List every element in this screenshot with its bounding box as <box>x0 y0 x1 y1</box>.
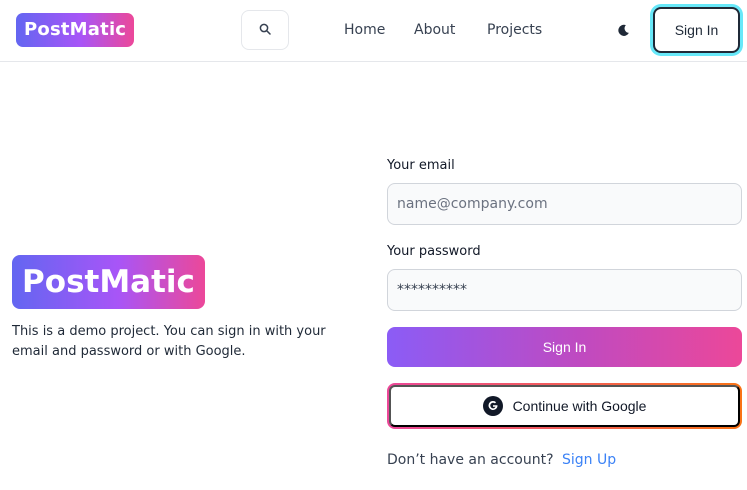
password-field[interactable] <box>387 269 742 311</box>
google-button-label: Continue with Google <box>512 398 647 414</box>
nav-sign-in-button[interactable]: Sign In <box>653 7 740 53</box>
nav-link-about[interactable]: About <box>414 20 455 40</box>
sign-in-submit-button[interactable]: Sign In <box>387 327 742 367</box>
sign-up-link[interactable]: Sign Up <box>562 452 616 468</box>
search-icon <box>259 23 271 38</box>
nav-link-projects[interactable]: Projects <box>487 20 542 40</box>
navbar: PostMatic Home About Projects Sign In <box>0 0 747 62</box>
signup-prompt-text: Don’t have an account? <box>387 452 554 468</box>
nav-link-home[interactable]: Home <box>344 20 385 40</box>
signup-prompt: Don’t have an account? Sign Up <box>387 450 616 470</box>
google-icon <box>482 396 503 416</box>
google-button-border: Continue with Google <box>387 383 742 429</box>
email-label: Your email <box>387 158 455 173</box>
email-field[interactable] <box>387 183 742 225</box>
search-button[interactable] <box>241 10 289 50</box>
hero-brand-logo: PostMatic <box>12 255 205 309</box>
hero-description: This is a demo project. You can sign in … <box>12 324 326 359</box>
brand-logo[interactable]: PostMatic <box>16 13 135 47</box>
continue-with-google-button[interactable]: Continue with Google <box>389 385 740 427</box>
password-label: Your password <box>387 244 481 259</box>
moon-icon[interactable] <box>614 19 632 41</box>
